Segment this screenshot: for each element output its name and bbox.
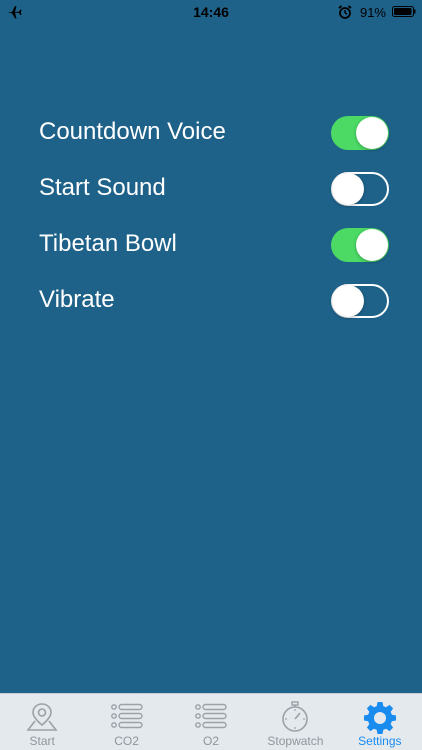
tab-start[interactable]: Start bbox=[0, 694, 84, 750]
toggle-knob bbox=[332, 285, 364, 317]
map-pin-icon bbox=[26, 703, 58, 731]
setting-row-vibrate: Vibrate bbox=[0, 272, 422, 328]
tab-bar: Start CO2 O2 Stopwatch Settings bbox=[0, 693, 422, 750]
tab-stopwatch[interactable]: Stopwatch bbox=[253, 694, 337, 750]
battery-icon bbox=[392, 6, 416, 17]
tab-label: Stopwatch bbox=[267, 734, 324, 748]
stopwatch-icon bbox=[282, 701, 309, 732]
setting-label: Vibrate bbox=[39, 286, 115, 313]
gear-icon bbox=[363, 702, 396, 734]
alarm-icon bbox=[338, 5, 352, 19]
toggle-knob bbox=[332, 173, 364, 205]
countdown-voice-toggle[interactable] bbox=[331, 116, 389, 150]
battery-percent: 91% bbox=[359, 5, 386, 20]
tab-label: Start bbox=[29, 734, 55, 748]
vibrate-toggle[interactable] bbox=[331, 284, 389, 318]
tab-label: CO2 bbox=[114, 734, 139, 748]
settings-list: Countdown Voice Start Sound Tibetan Bowl… bbox=[0, 104, 422, 328]
tab-label: Settings bbox=[358, 734, 402, 748]
status-bar: 14:46 91% bbox=[0, 0, 422, 24]
tibetan-bowl-toggle[interactable] bbox=[331, 228, 389, 262]
list-icon bbox=[110, 703, 143, 729]
tab-label: O2 bbox=[203, 734, 220, 748]
list-icon bbox=[195, 703, 227, 729]
toggle-knob bbox=[356, 117, 388, 149]
setting-row-tibetan-bowl: Tibetan Bowl bbox=[0, 216, 422, 272]
tab-co2[interactable]: CO2 bbox=[84, 694, 168, 750]
status-time: 14:46 bbox=[193, 4, 229, 20]
tab-settings[interactable]: Settings bbox=[338, 694, 422, 750]
setting-label: Countdown Voice bbox=[39, 118, 226, 145]
setting-row-countdown-voice: Countdown Voice bbox=[0, 104, 422, 160]
tab-o2[interactable]: O2 bbox=[169, 694, 253, 750]
toggle-knob bbox=[356, 229, 388, 261]
setting-label: Start Sound bbox=[39, 174, 166, 201]
start-sound-toggle[interactable] bbox=[331, 172, 389, 206]
setting-label: Tibetan Bowl bbox=[39, 230, 177, 257]
setting-row-start-sound: Start Sound bbox=[0, 160, 422, 216]
